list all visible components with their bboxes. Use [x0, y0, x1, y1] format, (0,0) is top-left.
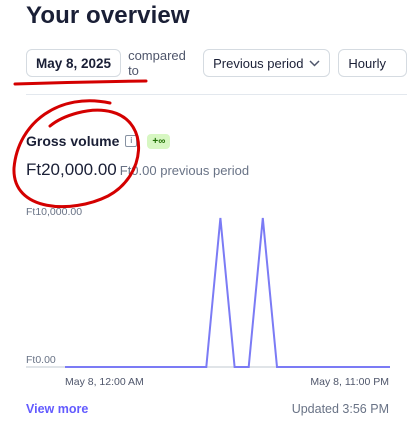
- section-divider: [26, 94, 407, 95]
- info-icon[interactable]: i: [125, 135, 138, 147]
- comparison-period-dropdown[interactable]: Previous period: [203, 49, 331, 77]
- metric-header: Gross volume i +∞: [26, 133, 171, 149]
- updated-timestamp: Updated 3:56 PM: [291, 402, 389, 416]
- y-axis-bottom-label: Ft0.00: [26, 354, 56, 366]
- view-more-link[interactable]: View more: [26, 402, 88, 416]
- annotation-circle: [12, 99, 140, 209]
- gross-volume-chart[interactable]: Ft10,000.00 Ft0.00 May 8, 12:00 AM May 8…: [0, 200, 407, 390]
- compared-to-label: compared to: [128, 48, 186, 78]
- page-title: Your overview: [26, 2, 190, 29]
- filter-bar: May 8, 2025 compared to Previous period …: [26, 48, 407, 78]
- metric-value: Ft20,000.00: [26, 160, 117, 179]
- series-line: [65, 217, 390, 368]
- previous-period-value: Ft0.00 previous period: [119, 163, 250, 178]
- granularity-dropdown[interactable]: Hourly: [338, 49, 407, 77]
- x-axis-start-label: May 8, 12:00 AM: [65, 376, 144, 388]
- change-badge: +∞: [147, 133, 171, 149]
- annotation-underline: [13, 79, 148, 86]
- x-axis-end-label: May 8, 11:00 PM: [310, 376, 389, 388]
- metric-values: Ft20,000.00 Ft0.00 previous period: [26, 160, 249, 180]
- date-picker-button[interactable]: May 8, 2025: [26, 49, 122, 77]
- granularity-label: Hourly: [348, 55, 386, 71]
- metric-label[interactable]: Gross volume: [26, 133, 119, 149]
- chevron-down-icon: [309, 59, 320, 67]
- plot-area: [65, 217, 390, 368]
- comparison-period-label: Previous period: [213, 55, 304, 71]
- y-axis-top-label: Ft10,000.00: [26, 206, 82, 218]
